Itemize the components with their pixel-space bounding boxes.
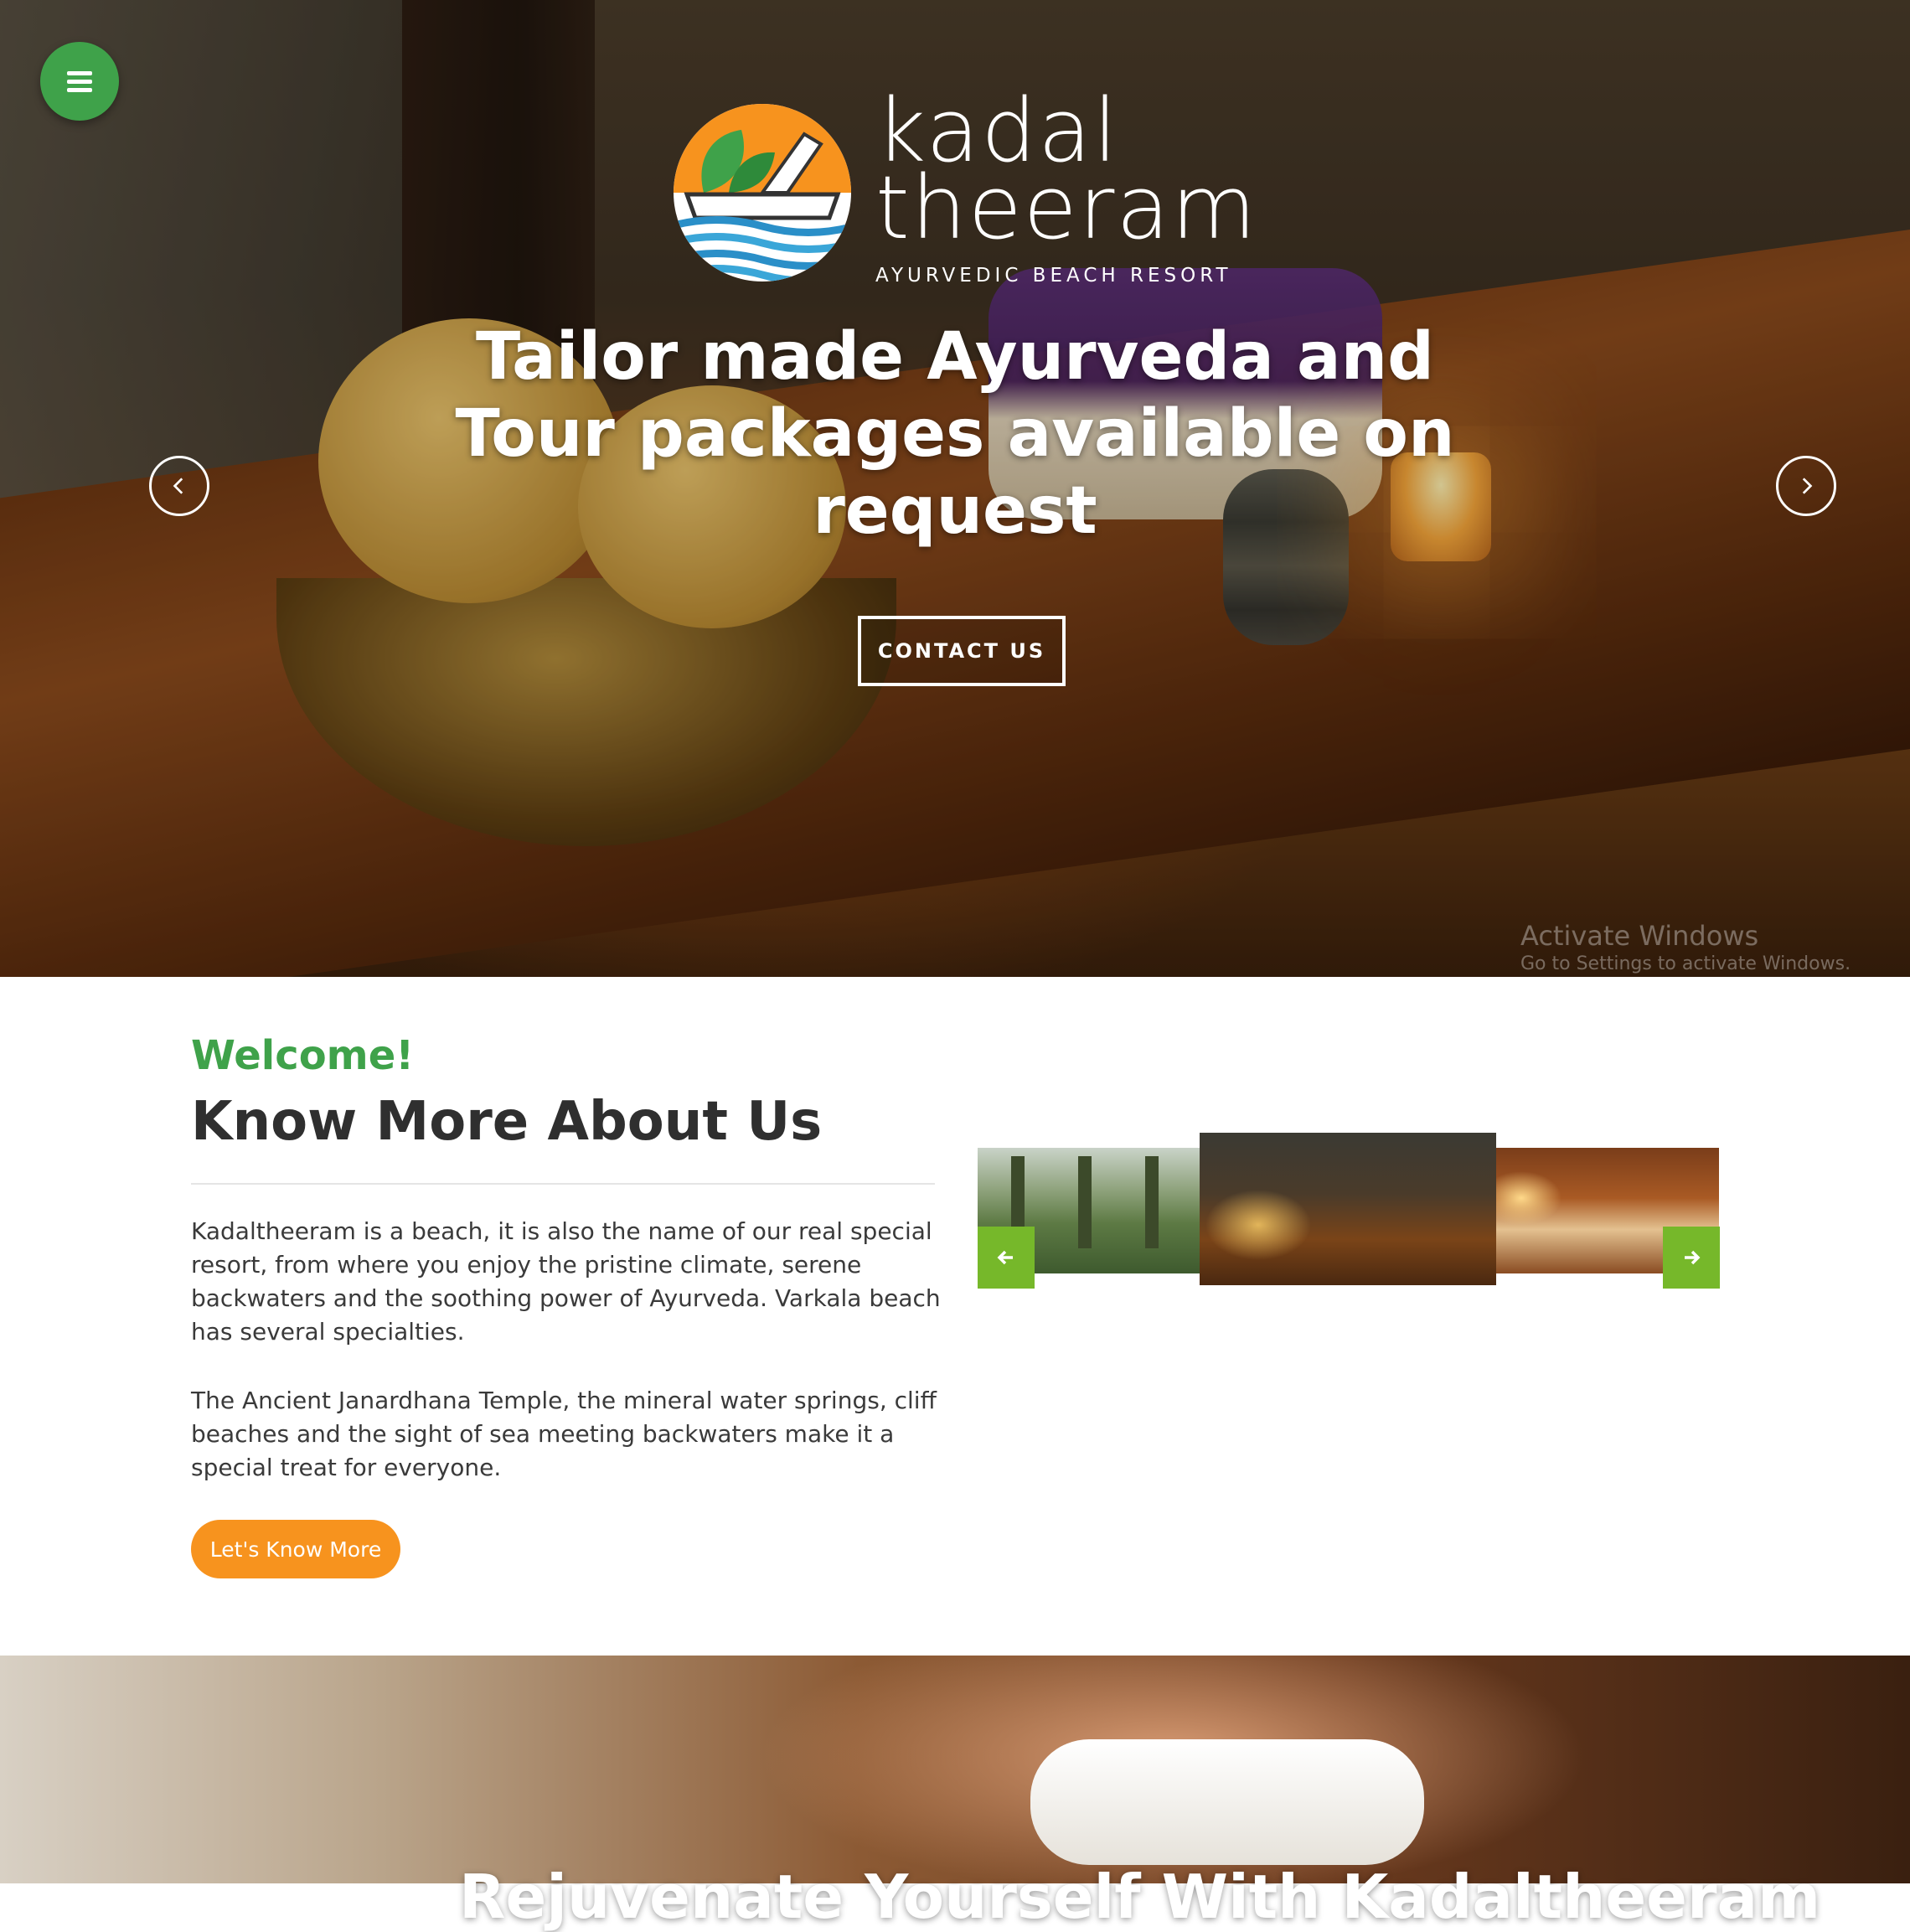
logo-line2: theeram (875, 157, 1258, 259)
hamburger-menu-icon (67, 70, 92, 92)
logo-tagline: AYURVEDIC BEACH RESORT (875, 265, 1232, 287)
about-paragraph-2: The Ancient Janardhana Temple, the miner… (191, 1387, 937, 1481)
about-title: Know More About Us (191, 1091, 823, 1153)
windows-activation-watermark: Activate Windows Go to Settings to activ… (1520, 922, 1851, 977)
about-paragraph-1: Kadaltheeram is a beach, it is also the … (191, 1217, 941, 1346)
rejuvenate-banner (0, 1656, 1910, 1883)
gallery-prev-button[interactable] (978, 1227, 1035, 1289)
banner-title: Rejuvenate Yourself With Kadaltheeram (459, 1862, 1821, 1932)
hero-title: Tailor made Ayurveda and Tour packages a… (455, 319, 1455, 549)
gallery-image-spa[interactable] (1200, 1133, 1496, 1285)
logo-emblem-icon (674, 104, 851, 282)
chevron-left-icon (173, 478, 183, 494)
arrow-right-icon (1685, 1250, 1701, 1265)
logo-wordmark: kadal theeram AYURVEDIC BEACH RESORT (875, 87, 1258, 287)
contact-us-button[interactable]: CONTACT US (858, 616, 1066, 686)
watermark-line2: Go to Settings to activate Windows. (1520, 953, 1851, 974)
watermark-line1: Activate Windows (1520, 920, 1759, 952)
banner-towel (1030, 1739, 1424, 1865)
hero-slider: kadal theeram AYURVEDIC BEACH RESORT Tai… (0, 0, 1910, 977)
gallery-next-button[interactable] (1663, 1227, 1720, 1289)
slider-next-button[interactable] (1776, 456, 1836, 516)
arrow-left-icon (997, 1250, 1013, 1265)
chevron-right-icon (1802, 478, 1813, 494)
menu-button[interactable] (40, 42, 119, 121)
site-logo[interactable]: kadal theeram AYURVEDIC BEACH RESORT (670, 87, 1258, 293)
section-divider (191, 1183, 935, 1185)
welcome-heading: Welcome! (191, 1032, 415, 1079)
slider-prev-button[interactable] (149, 456, 209, 516)
know-more-button[interactable]: Let's Know More (191, 1520, 400, 1578)
